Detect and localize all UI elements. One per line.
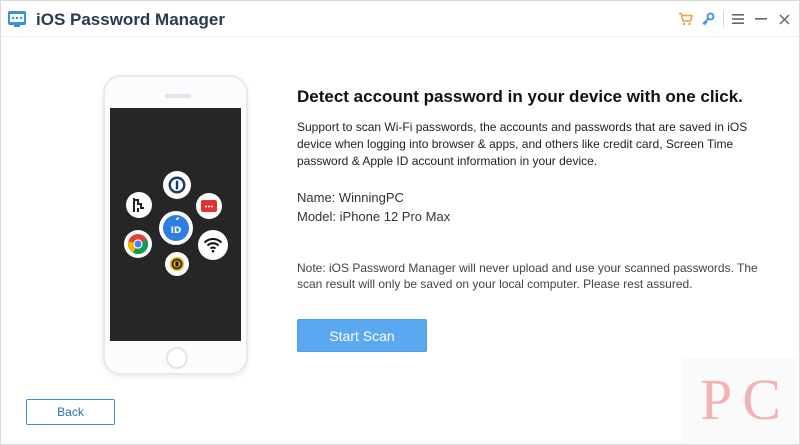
title-bar: iOS Password Manager — [1, 1, 799, 37]
app-window: iOS Password Manager ID Detect account p… — [0, 0, 800, 445]
phone-illustration: ID — [103, 75, 248, 375]
menu-icon[interactable] — [728, 9, 748, 29]
wifi-icon — [198, 230, 228, 260]
watermark-letter-p: P — [700, 367, 733, 432]
watermark-letter-c: C — [742, 367, 781, 432]
titlebar-divider — [723, 11, 724, 27]
app-icon — [126, 192, 152, 218]
feature-description: Support to scan Wi-Fi passwords, the acc… — [297, 120, 748, 168]
phone-home-button — [166, 347, 188, 369]
creditcard-icon — [196, 193, 222, 219]
minimize-icon[interactable] — [751, 9, 771, 29]
cart-icon[interactable] — [675, 9, 695, 29]
svg-text:ID: ID — [171, 226, 182, 236]
chrome-icon — [124, 230, 152, 258]
phone-screen: ID — [110, 108, 241, 341]
device-model: Model: iPhone 12 Pro Max — [297, 209, 451, 224]
coin-icon — [165, 252, 189, 276]
onepassword-icon — [163, 171, 191, 199]
phone-speaker — [165, 94, 191, 98]
privacy-note: Note: iOS Password Manager will never up… — [297, 261, 758, 291]
close-icon[interactable] — [774, 9, 794, 29]
app-title: iOS Password Manager — [36, 10, 225, 29]
key-icon[interactable] — [698, 9, 718, 29]
device-name: Name: WinningPC — [297, 190, 404, 205]
app-logo-icon — [8, 11, 26, 27]
page-headline: Detect account password in your device w… — [297, 87, 743, 106]
start-scan-button[interactable]: Start Scan — [297, 319, 427, 352]
id-apple-icon: ID — [159, 211, 193, 245]
back-button[interactable]: Back — [26, 399, 115, 425]
watermark-logo: P C — [683, 358, 798, 442]
